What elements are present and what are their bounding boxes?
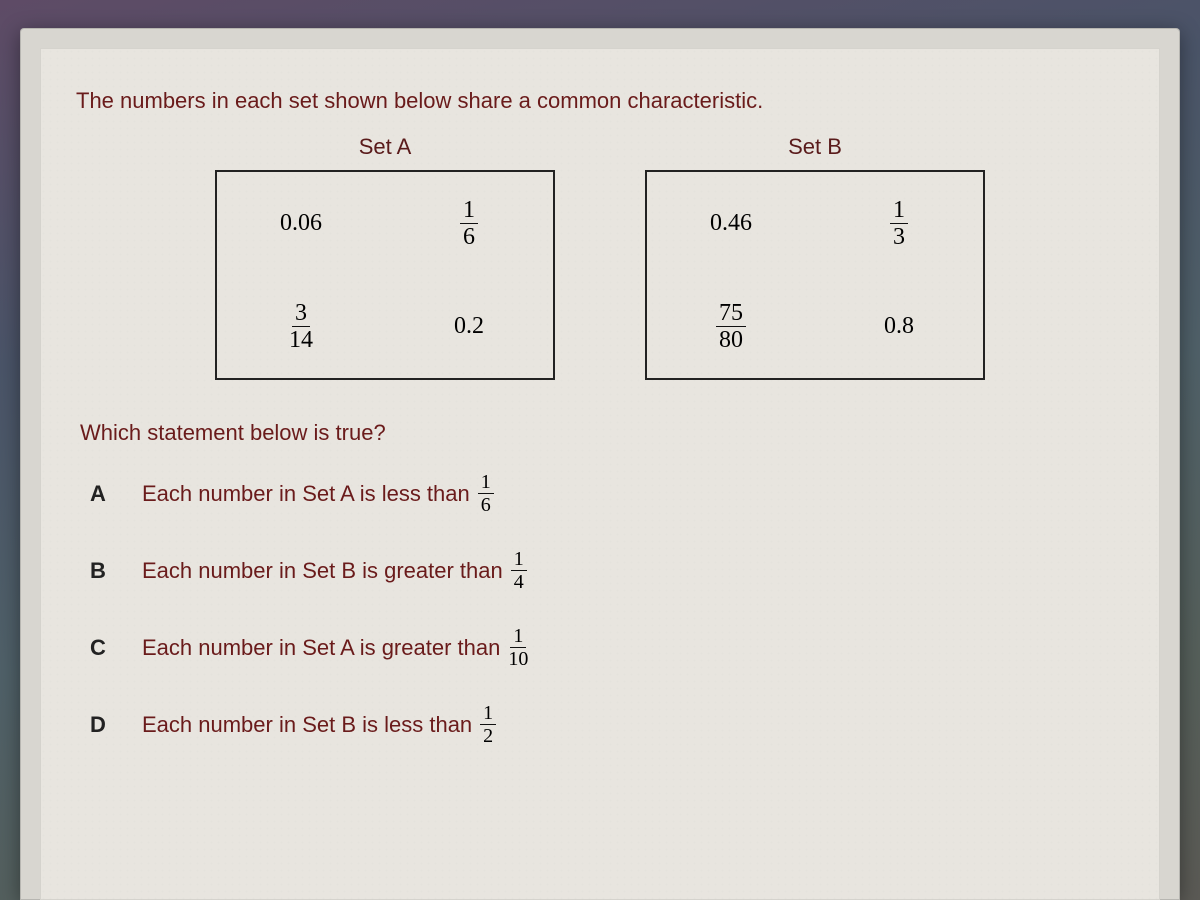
set-a-cell-tr: 1 6	[460, 198, 478, 249]
set-b-cell-tl: 0.46	[710, 210, 752, 237]
option-a[interactable]: A Each number in Set A is less than 1 6	[90, 472, 1130, 515]
set-b-cell-bl: 75 80	[716, 301, 746, 352]
option-text: Each number in Set B is greater than 1 4	[142, 549, 527, 592]
options-list: A Each number in Set A is less than 1 6 …	[90, 472, 1130, 746]
sets-row: Set A 0.06 1 6 3 14 0.2 Set B	[70, 134, 1130, 380]
question-text: Which statement below is true?	[80, 420, 1130, 446]
set-b-column: Set B 0.46 1 3 75 80 0.8	[645, 134, 985, 380]
set-b-box: 0.46 1 3 75 80 0.8	[645, 170, 985, 380]
option-frac: 1 6	[478, 472, 494, 515]
option-letter: C	[90, 635, 112, 661]
option-frac: 1 4	[511, 549, 527, 592]
option-frac: 1 10	[508, 626, 528, 669]
set-b-cell-br: 0.8	[884, 313, 914, 340]
set-a-cell-br: 0.2	[454, 313, 484, 340]
set-a-cell-bl: 3 14	[289, 301, 313, 352]
option-c[interactable]: C Each number in Set A is greater than 1…	[90, 626, 1130, 669]
set-a-column: Set A 0.06 1 6 3 14 0.2	[215, 134, 555, 380]
option-letter: A	[90, 481, 112, 507]
set-a-box: 0.06 1 6 3 14 0.2	[215, 170, 555, 380]
set-b-title: Set B	[645, 134, 985, 160]
option-text: Each number in Set B is less than 1 2	[142, 703, 496, 746]
intro-text: The numbers in each set shown below shar…	[76, 88, 1130, 114]
option-b[interactable]: B Each number in Set B is greater than 1…	[90, 549, 1130, 592]
set-b-cell-tr: 1 3	[890, 198, 908, 249]
option-letter: D	[90, 712, 112, 738]
option-d[interactable]: D Each number in Set B is less than 1 2	[90, 703, 1130, 746]
set-a-title: Set A	[215, 134, 555, 160]
set-a-cell-tl: 0.06	[280, 210, 322, 237]
option-letter: B	[90, 558, 112, 584]
option-frac: 1 2	[480, 703, 496, 746]
option-text: Each number in Set A is greater than 1 1…	[142, 626, 528, 669]
question-sheet: The numbers in each set shown below shar…	[40, 48, 1160, 900]
option-text: Each number in Set A is less than 1 6	[142, 472, 494, 515]
outer-frame: The numbers in each set shown below shar…	[20, 28, 1180, 900]
